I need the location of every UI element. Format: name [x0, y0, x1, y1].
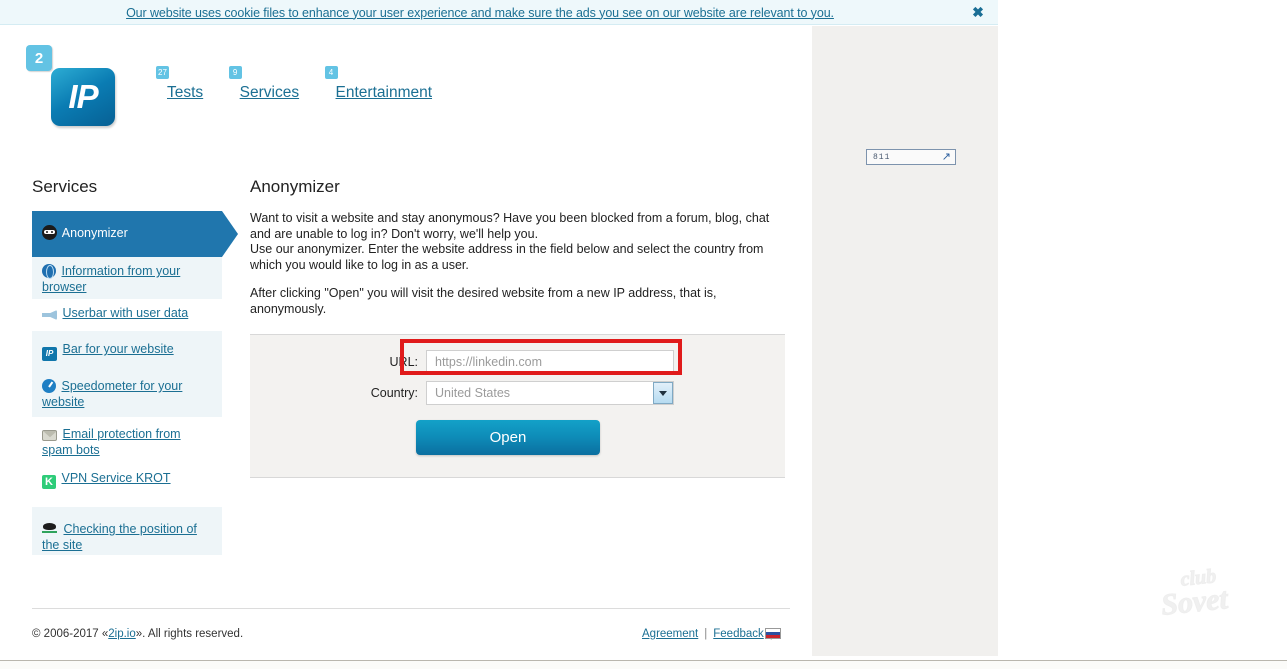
sidebar-nav: Anonymizer Information from your browser… — [32, 211, 238, 555]
sidebar-item-speedometer-for-your-website[interactable]: Speedometer for your website — [32, 365, 222, 417]
megaphone-icon — [42, 310, 57, 320]
main-navigation: 27 Tests 9 Services 4 Entertainment — [156, 66, 453, 114]
bottom-edge-strip — [0, 660, 1287, 669]
external-link-arrow-icon: ↗ — [941, 151, 951, 163]
anonymizer-form: URL: Country: United States Open — [250, 334, 785, 478]
krot-k-icon: K — [42, 475, 56, 489]
sidebar-item-anonymizer[interactable]: Anonymizer — [32, 211, 238, 257]
logo-mark: IP — [51, 68, 115, 126]
copyright-suffix: ». All rights reserved. — [135, 628, 244, 640]
url-label: URL: — [389, 355, 418, 369]
sidebar-item-label: Speedometer for your website — [42, 379, 183, 409]
nav-label-entertainment: Entertainment — [335, 84, 433, 101]
description-paragraph-2: After clicking "Open" you will visit the… — [250, 286, 717, 316]
bird-icon — [42, 522, 58, 536]
agreement-link[interactable]: Agreement — [642, 628, 698, 640]
page-description: Want to visit a website and stay anonymo… — [250, 211, 770, 330]
sidebar-item-label: Userbar with user data — [62, 306, 189, 320]
sidebar-item-checking-position-of-site[interactable]: Checking the position of the site — [32, 507, 222, 555]
ad-box[interactable]: 811 ↗ — [866, 149, 956, 165]
site-logo[interactable]: 2 IP — [26, 45, 136, 127]
russia-flag-icon[interactable] — [765, 628, 781, 639]
country-field-row: Country: United States — [360, 381, 674, 405]
sidebar-item-email-protection[interactable]: Email protection from spam bots — [32, 417, 222, 461]
chevron-down-icon[interactable] — [653, 382, 673, 404]
footer-separator-1: | — [704, 628, 708, 640]
nav-badge-tests: 27 — [156, 66, 169, 79]
sidebar-item-label: Anonymizer — [61, 226, 128, 240]
ip-badge-icon: IP — [42, 347, 57, 361]
copyright-prefix: © 2006-2017 « — [32, 628, 109, 640]
nav-label-tests: Tests — [167, 84, 204, 101]
feedback-link[interactable]: Feedback — [713, 628, 764, 640]
open-button[interactable]: Open — [416, 420, 600, 455]
url-field-row: URL: — [360, 350, 674, 374]
ninja-icon — [42, 225, 57, 240]
nav-badge-services: 9 — [228, 66, 242, 79]
page-title: Anonymizer — [250, 177, 340, 196]
country-label: Country: — [370, 386, 418, 400]
country-select-value: United States — [426, 381, 674, 405]
sidebar-title: Services — [32, 177, 98, 196]
nav-item-entertainment[interactable]: 4 Entertainment — [324, 66, 433, 102]
nav-item-services[interactable]: 9 Services — [228, 66, 300, 102]
sidebar-item-userbar-with-user-data[interactable]: Userbar with user data — [32, 299, 222, 331]
sidebar-item-information-from-your-browser[interactable]: Information from your browser — [32, 257, 222, 299]
sidebar-item-label: Checking the position of the site — [42, 522, 197, 552]
copyright-link[interactable]: 2ip.io — [108, 628, 136, 640]
envelope-icon — [42, 430, 57, 441]
footer-links: Agreement|Feedback| — [636, 628, 773, 640]
sidebar-item-label: Email protection from spam bots — [42, 427, 181, 457]
globe-icon — [42, 264, 56, 279]
page-root: Our website uses cookie files to enhance… — [0, 0, 1287, 669]
country-select[interactable]: United States — [426, 381, 674, 405]
speedometer-icon — [42, 379, 56, 393]
sidebar-item-label: Bar for your website — [62, 342, 174, 356]
close-icon[interactable]: ✖ — [970, 5, 986, 21]
watermark-line-2: Sovet — [1159, 582, 1230, 623]
ad-rail — [812, 26, 998, 656]
ad-box-text: 811 — [873, 152, 891, 162]
url-input[interactable] — [426, 350, 674, 374]
sidebar-item-label: VPN Service KROT — [61, 471, 171, 485]
nav-label-services: Services — [239, 84, 300, 101]
description-paragraph-1: Want to visit a website and stay anonymo… — [250, 211, 770, 272]
logo-badge: 2 — [26, 45, 52, 71]
sidebar-item-label: Information from your browser — [42, 264, 181, 294]
watermark: club Sovet — [1158, 560, 1259, 623]
cookie-consent-message[interactable]: Our website uses cookie files to enhance… — [0, 0, 960, 25]
footer-divider — [32, 608, 790, 609]
sidebar-item-vpn-service-krot[interactable]: K VPN Service KROT — [32, 461, 222, 495]
cookie-consent-banner: Our website uses cookie files to enhance… — [0, 0, 998, 25]
copyright-text: © 2006-2017 «2ip.io». All rights reserve… — [32, 628, 243, 640]
nav-badge-entertainment: 4 — [324, 66, 338, 79]
sidebar-item-bar-for-your-website[interactable]: IP Bar for your website — [32, 331, 222, 365]
nav-item-tests[interactable]: 27 Tests — [156, 66, 204, 102]
